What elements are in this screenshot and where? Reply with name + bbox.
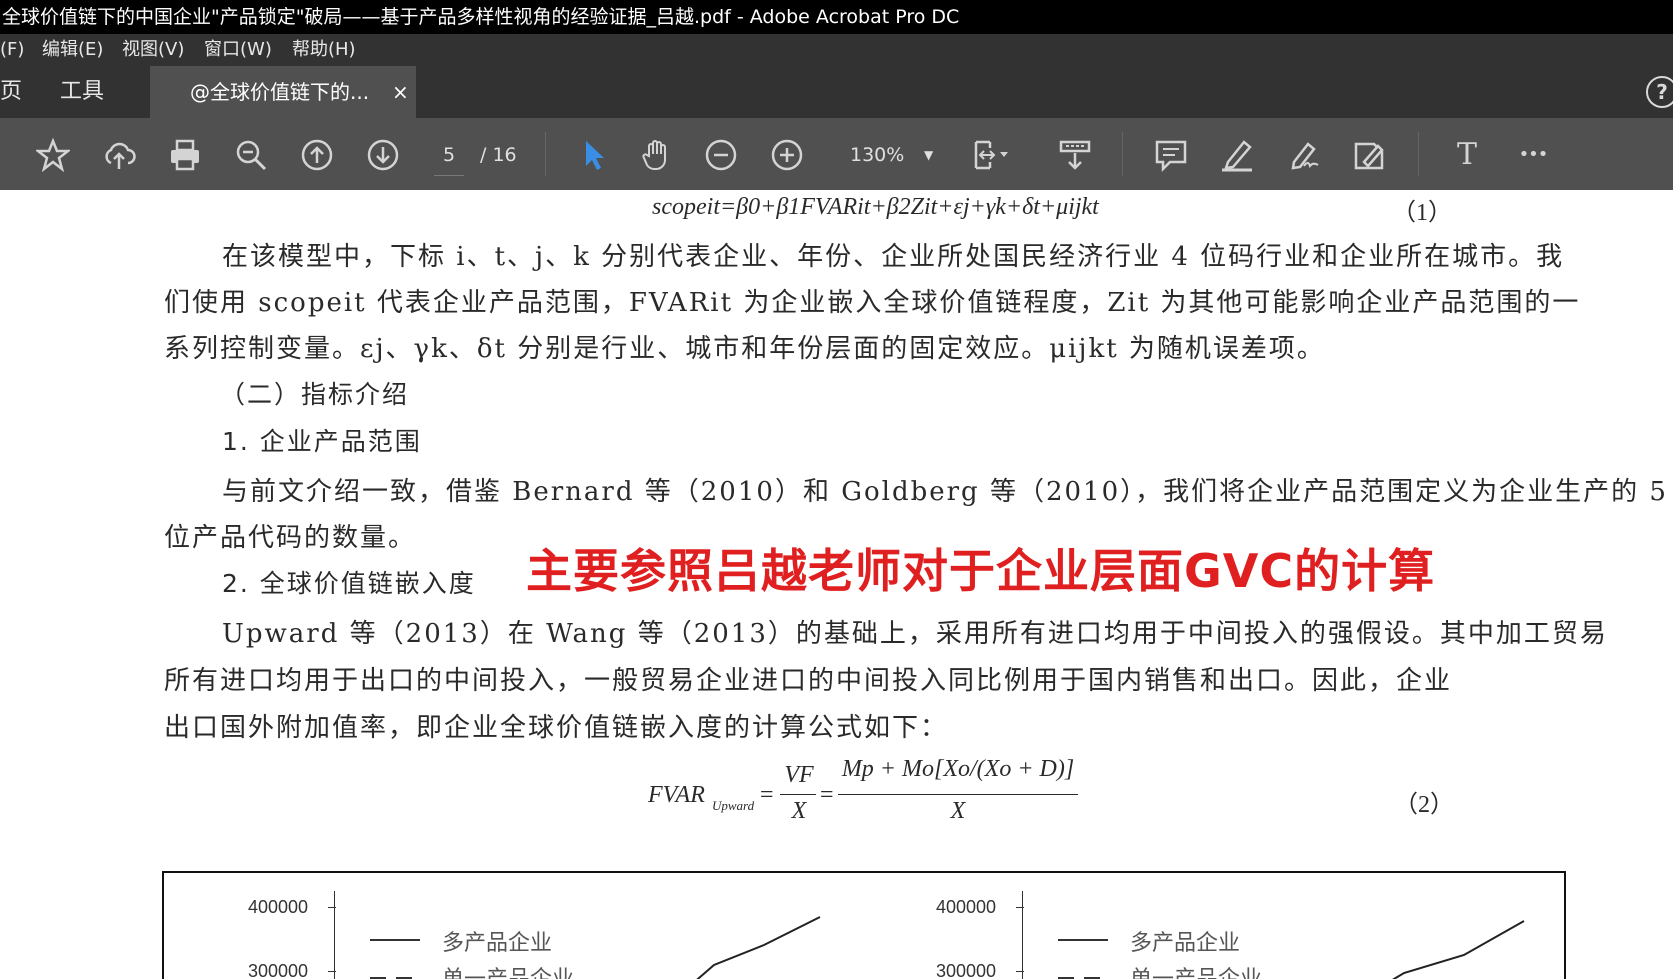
tab-tools[interactable]: 工具 [60, 66, 104, 118]
equation-2: FVAR Upward = VF X = Mp + Mo[Xo/(Xo + D)… [648, 756, 1088, 832]
star-icon[interactable] [34, 137, 72, 173]
menu-edit[interactable]: 编辑(E) [42, 34, 103, 66]
left-legend-multi: 多产品企业 [442, 931, 553, 956]
right-chart-tick-label: 400000 [936, 897, 997, 917]
page-number-input[interactable]: 5 [434, 135, 464, 176]
menu-view[interactable]: 视图(V) [122, 34, 184, 66]
help-icon[interactable]: ? [1646, 76, 1673, 108]
paragraph-1-line-1: 在该模型中，下标 i、t、j、k 分别代表企业、年份、企业所处国民经济行业 4 … [222, 242, 1565, 272]
left-chart-tick [328, 907, 336, 908]
paragraph-3-line-3: 出口国外附加值率，即企业全球价值链嵌入度的计算公式如下： [164, 713, 949, 743]
page-total: / 16 [480, 144, 517, 166]
paragraph-3-line-1: Upward 等（2013）在 Wang 等（2013）的基础上，采用所有进口均… [222, 619, 1608, 649]
left-legend-solid-line [370, 939, 420, 941]
tab-document[interactable]: @全球价值链下的... × [150, 66, 416, 118]
subsection-heading-2: 2. 全球价值链嵌入度 [222, 569, 476, 598]
right-chart-series-line [1392, 920, 1525, 979]
document-page: scopeit=β0+β1FVARit+β2Zit+εj+γk+δt+μijkt… [0, 190, 1673, 979]
print-icon[interactable] [168, 138, 202, 172]
close-icon[interactable]: × [392, 66, 409, 118]
sign-icon[interactable] [1286, 138, 1320, 172]
figure-frame: 400000 300000 多产品企业 单一产品企业 400000 300000… [162, 871, 1566, 979]
zoom-level-value: 130% [850, 144, 905, 166]
equation-1: scopeit=β0+β1FVARit+β2Zit+εj+γk+δt+μijkt [652, 194, 1099, 220]
chevron-down-icon: ▼ [924, 148, 934, 162]
red-annotation: 主要参照吕越老师对于企业层面GVC的计算 [526, 544, 1436, 598]
comment-icon[interactable] [1154, 138, 1188, 173]
toolbar-divider [545, 132, 546, 176]
right-legend-solid-line [1058, 939, 1108, 941]
paragraph-1-line-2: 们使用 scopeit 代表企业产品范围，FVARit 为企业嵌入全球价值链程度… [164, 288, 1581, 318]
left-chart-tick [328, 971, 336, 972]
equation-2-frac2-den: X [950, 798, 966, 824]
paragraph-2-line-2: 位产品代码的数量。 [164, 523, 417, 553]
tab-home[interactable]: 页 [0, 66, 22, 118]
equation-2-frac1-num: VF [784, 762, 814, 788]
left-chart-y-axis [334, 891, 335, 979]
paragraph-1-line-3: 系列控制变量。εj、γk、δt 分别是行业、城市和年份层面的固定效应。μijkt… [164, 334, 1325, 364]
right-chart-tick [1016, 971, 1024, 972]
zoom-search-icon[interactable] [234, 138, 268, 172]
equation-2-lhs: FVAR [648, 782, 705, 808]
right-legend-multi: 多产品企业 [1130, 931, 1241, 956]
subsection-heading-1: 1. 企业产品范围 [222, 427, 422, 456]
page-up-icon[interactable] [300, 138, 334, 172]
left-legend-single: 单一产品企业 [442, 961, 574, 979]
right-legend-single: 单一产品企业 [1130, 961, 1262, 979]
left-edge-icon[interactable] [0, 138, 6, 172]
left-chart-tick-label: 300000 [248, 961, 309, 979]
equation-2-frac1-den: X [791, 798, 807, 824]
page-down-icon[interactable] [366, 138, 400, 172]
edit-icon[interactable] [1352, 138, 1386, 172]
main-toolbar: 5 / 16 130% ▼ T ••• [0, 118, 1673, 190]
left-chart-tick-label: 400000 [248, 897, 309, 917]
right-chart-y-axis [1022, 891, 1023, 979]
paragraph-3-line-2: 所有进口均用于出口的中间投入，一般贸易企业进口的中间投入同比例用于国内销售和出口… [164, 666, 1453, 696]
highlight-pen-icon[interactable] [1220, 138, 1254, 172]
paragraph-2-line-1: 与前文介绍一致，借鉴 Bernard 等（2010）和 Goldberg 等（2… [222, 477, 1668, 507]
menu-file[interactable]: (F) [0, 34, 24, 66]
equation-2-subscript: Upward [712, 798, 755, 813]
equation-1-number: （1） [1392, 200, 1452, 226]
right-chart-tick [1016, 907, 1024, 908]
tab-document-label: @全球价值链下的... [190, 80, 370, 104]
zoom-level-select[interactable]: 130% ▼ [836, 135, 956, 175]
window-title: 全球价值链下的中国企业"产品锁定"破局——基于产品多样性视角的经验证据_吕越.p… [2, 6, 960, 28]
right-chart-tick-label: 300000 [936, 961, 997, 979]
menu-bar: (F) 编辑(E) 视图(V) 窗口(W) 帮助(H) [0, 34, 1673, 66]
select-cursor-icon[interactable] [576, 138, 610, 172]
text-icon[interactable]: T [1450, 138, 1484, 172]
page-navigator: 5 / 16 [420, 135, 530, 176]
zoom-in-icon[interactable] [770, 138, 804, 172]
equation-2-frac2-num: Mp + Mo[Xo/(Xo + D)] [841, 756, 1075, 782]
toolbar-divider [1418, 132, 1419, 176]
menu-help[interactable]: 帮助(H) [292, 34, 356, 66]
scroll-mode-icon[interactable] [972, 138, 1008, 172]
window-title-bar: 全球价值链下的中国企业"产品锁定"破局——基于产品多样性视角的经验证据_吕越.p… [0, 0, 1673, 34]
tab-bar: 页 工具 @全球价值链下的... × ? [0, 66, 1673, 118]
stamp-icon[interactable] [1058, 138, 1092, 172]
zoom-out-icon[interactable] [704, 138, 738, 172]
left-chart-series-line [696, 916, 821, 979]
toolbar-divider [1122, 132, 1123, 176]
menu-window[interactable]: 窗口(W) [204, 34, 272, 66]
cloud-upload-icon[interactable] [102, 138, 136, 172]
hand-icon[interactable] [640, 138, 674, 172]
section-heading: （二）指标介绍 [220, 380, 410, 409]
equation-2-number: （2） [1394, 792, 1454, 818]
more-icon[interactable]: ••• [1516, 138, 1550, 172]
